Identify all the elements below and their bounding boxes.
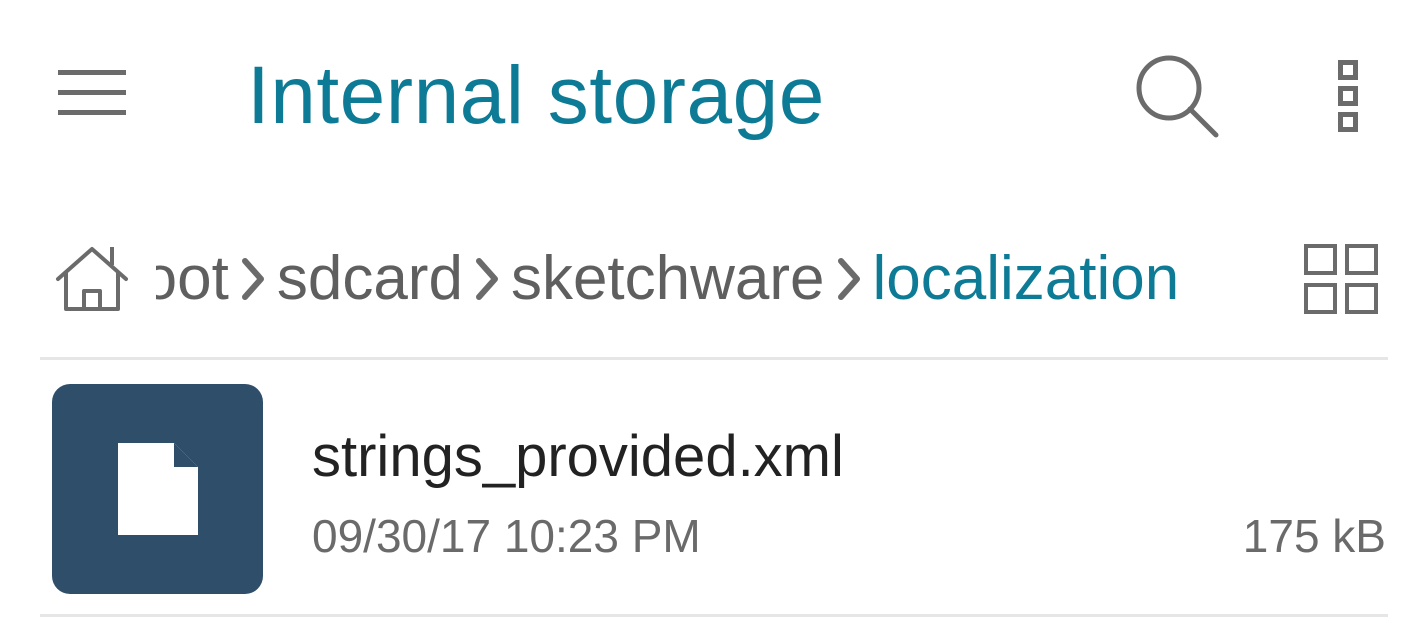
- more-vertical-icon: [1338, 60, 1358, 132]
- home-button[interactable]: [44, 234, 140, 324]
- breadcrumb-item-root[interactable]: root: [156, 220, 229, 338]
- chevron-right-icon: [825, 220, 873, 338]
- search-icon: [1136, 55, 1219, 138]
- breadcrumb-item-sketchware[interactable]: sketchware: [511, 220, 825, 338]
- overflow-menu-button[interactable]: [1316, 46, 1382, 146]
- file-icon: [117, 443, 198, 535]
- file-manager-screen: Internal storage oot sdcard sketchware l…: [0, 0, 1414, 640]
- home-icon: [56, 247, 128, 311]
- divider: [40, 614, 1388, 617]
- chevron-right-icon: [229, 220, 277, 338]
- grid-view-icon: [1304, 244, 1378, 314]
- file-name: strings_provided.xml: [312, 424, 844, 489]
- breadcrumb-path: root sdcard sketchware localization: [156, 220, 1266, 338]
- breadcrumb-item-sdcard[interactable]: sdcard: [277, 220, 463, 338]
- grid-view-toggle[interactable]: [1296, 234, 1386, 324]
- file-size: 175 kB: [1242, 510, 1386, 562]
- hamburger-menu-icon: [58, 70, 126, 115]
- app-bar: Internal storage: [0, 0, 1414, 190]
- chevron-right-icon: [463, 220, 511, 338]
- menu-button[interactable]: [48, 55, 136, 131]
- search-button[interactable]: [1122, 46, 1232, 146]
- breadcrumb-item-localization[interactable]: localization: [873, 220, 1180, 338]
- divider: [40, 357, 1388, 360]
- list-item[interactable]: strings_provided.xml 09/30/17 10:23 PM 1…: [0, 362, 1414, 612]
- file-thumbnail: [52, 384, 263, 594]
- page-title: Internal storage: [247, 50, 825, 141]
- file-date: 09/30/17 10:23 PM: [312, 510, 701, 562]
- breadcrumb: root sdcard sketchware localization: [0, 220, 1414, 338]
